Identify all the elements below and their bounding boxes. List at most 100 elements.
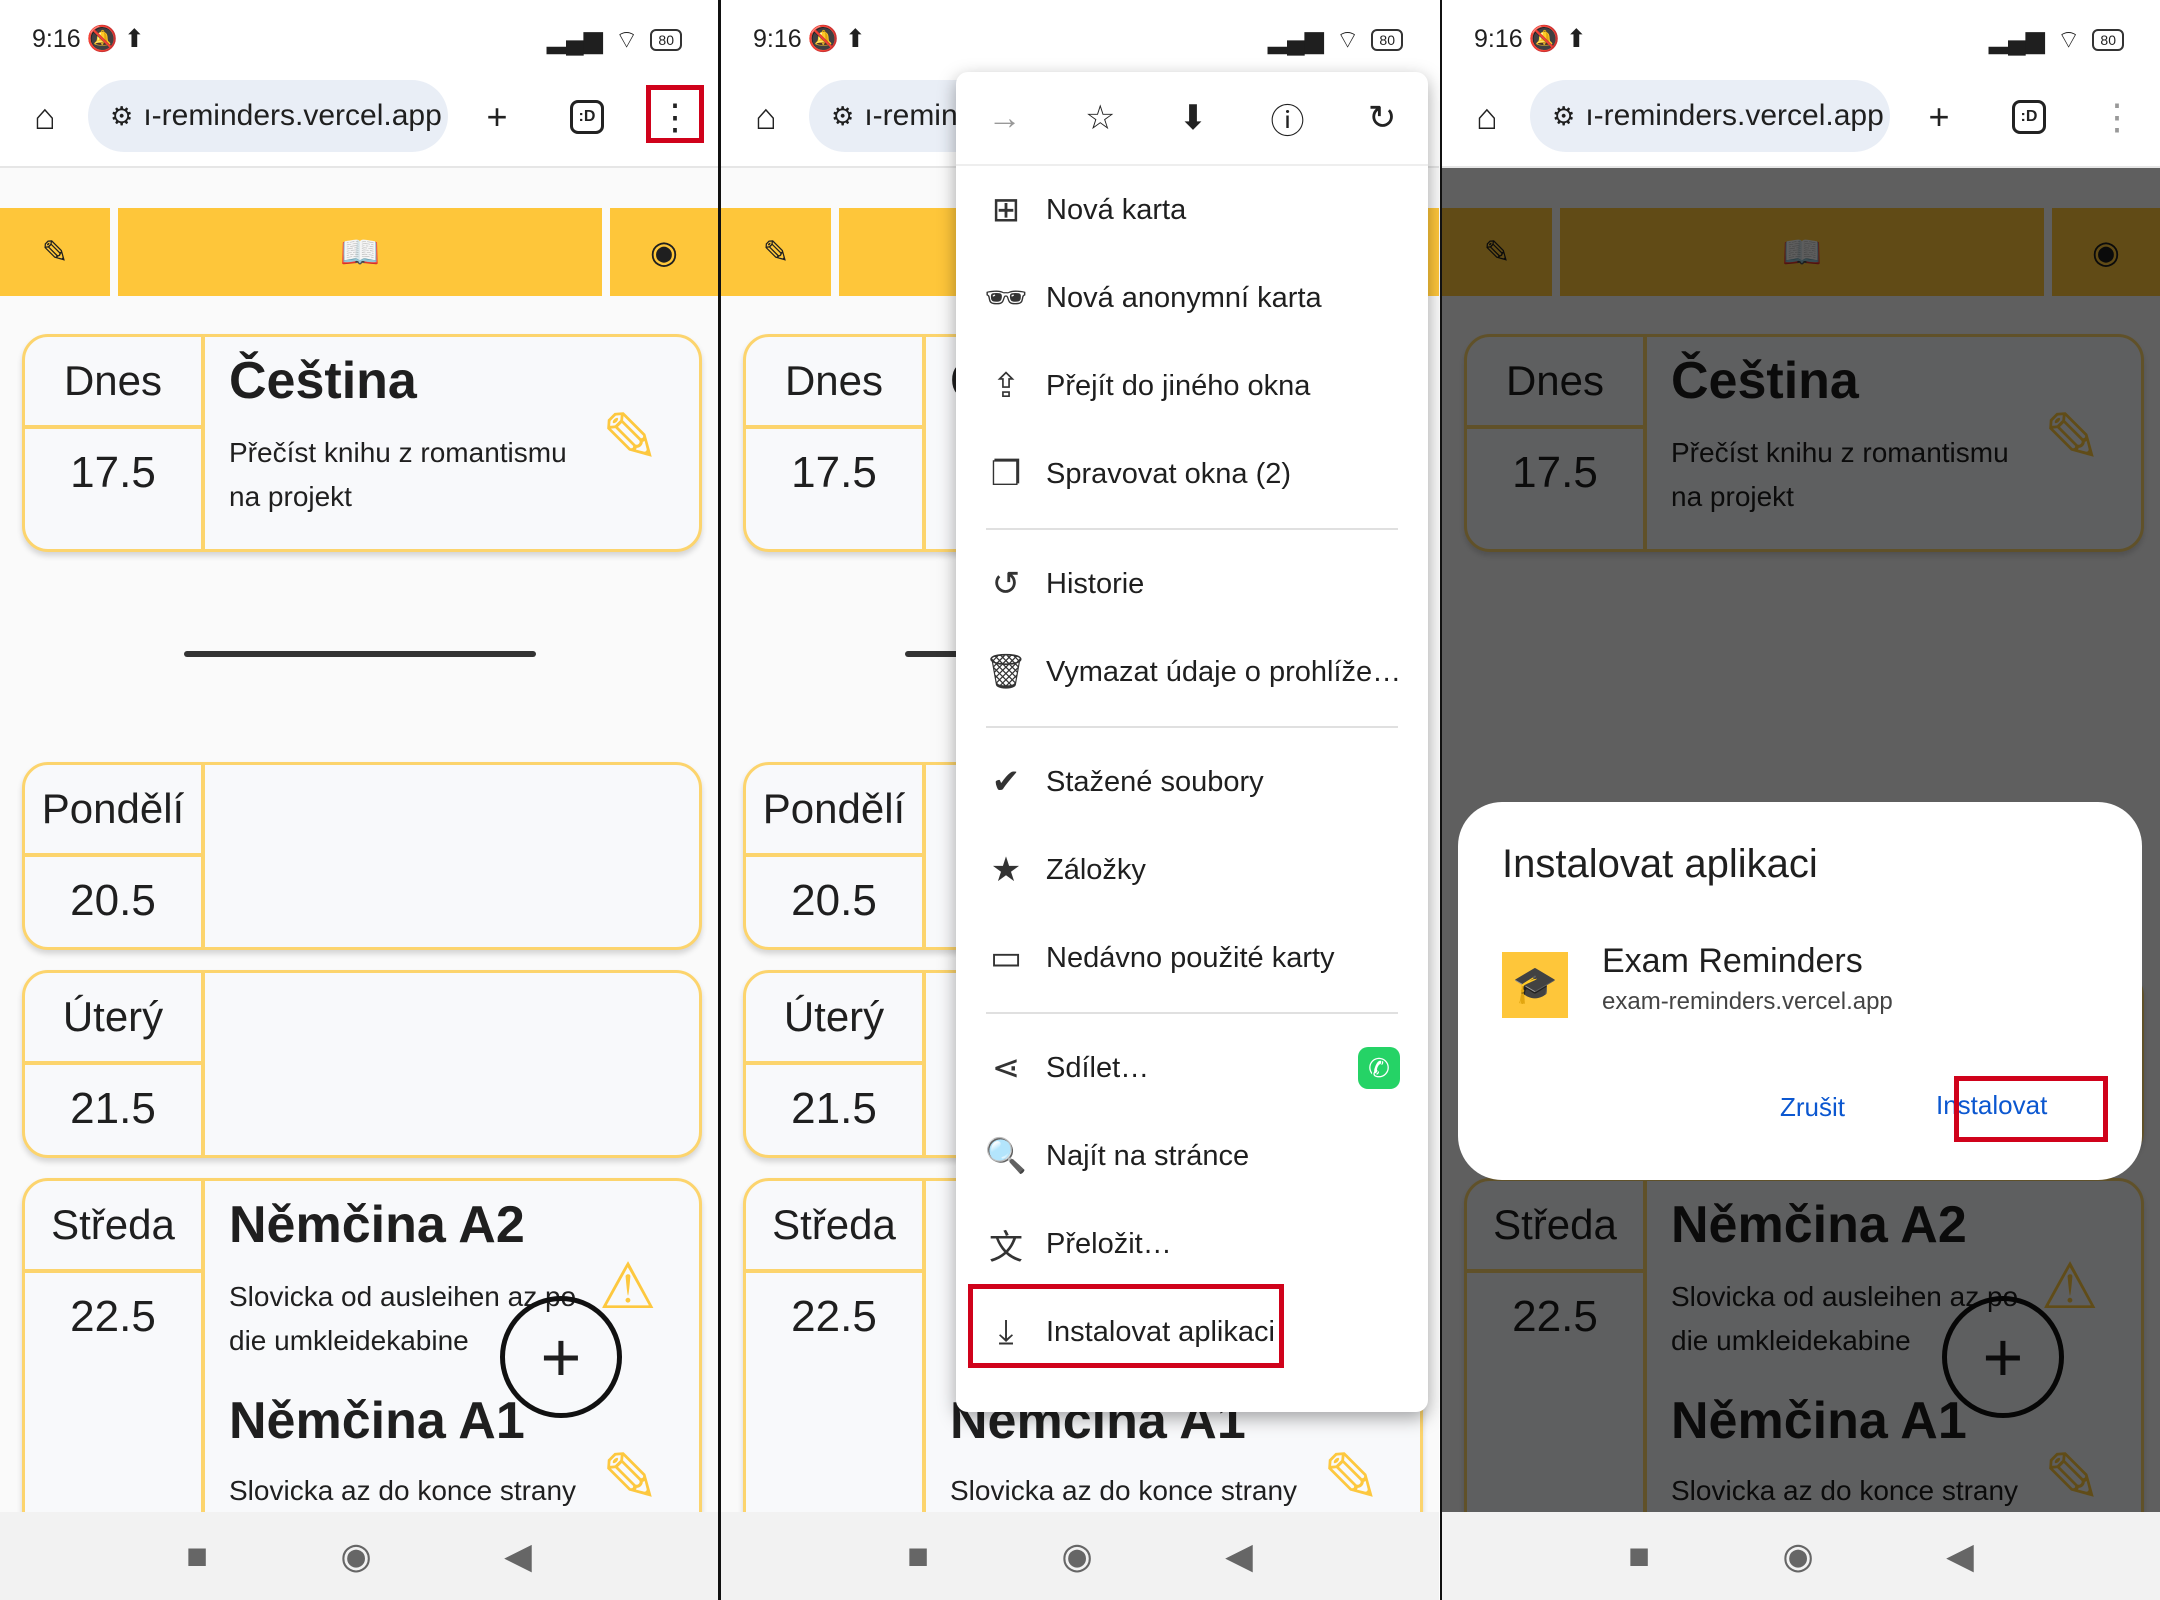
- recents-icon[interactable]: ■: [186, 1535, 208, 1577]
- task-description-cont: na projekt: [229, 481, 352, 512]
- mute-icon: 🔕: [807, 24, 839, 53]
- forward-icon[interactable]: →: [988, 99, 1022, 138]
- home-nav-icon[interactable]: ◉: [340, 1535, 371, 1577]
- menu-item-bookmarks[interactable]: ★ Záložky: [956, 826, 1428, 914]
- home-icon[interactable]: ⌂: [741, 92, 791, 142]
- back-icon[interactable]: ◀: [1225, 1535, 1253, 1577]
- wifi-icon: ⌔: [2056, 26, 2081, 54]
- app-nav-bar: ✎ 📖 ◉: [0, 208, 718, 296]
- back-icon[interactable]: ◀: [1946, 1535, 1974, 1577]
- upload-icon: ⬆: [844, 25, 866, 53]
- day-card-tuesday[interactable]: Úterý 21.5: [22, 970, 702, 1158]
- menu-item-share[interactable]: ⋖ Sdílet… ✆: [956, 1024, 1428, 1112]
- subject-title: Čeština: [229, 352, 417, 410]
- new-tab-icon[interactable]: +: [472, 92, 522, 142]
- highlight-box: [1954, 1076, 2108, 1142]
- add-button[interactable]: +: [500, 1296, 622, 1418]
- whatsapp-icon[interactable]: ✆: [1358, 1047, 1400, 1089]
- menu-item-recent-tabs[interactable]: ▭ Nedávno použité karty: [956, 914, 1428, 1002]
- subject-title: Němčina A2: [229, 1196, 525, 1254]
- menu-item-clear-data[interactable]: 🗑 Vymazat údaje o prohlíže…: [956, 628, 1428, 716]
- site-settings-icon[interactable]: ⚙: [831, 101, 854, 132]
- highlight-box: [646, 85, 704, 143]
- menu-separator: [986, 726, 1398, 728]
- day-card-monday[interactable]: Pondělí 20.5: [22, 762, 702, 950]
- signal-icon: ▂▄▆: [1267, 25, 1324, 54]
- new-tab-icon[interactable]: +: [1914, 92, 1964, 142]
- day-name: Pondělí: [746, 765, 922, 857]
- url-bar[interactable]: ⚙ ı-reminders.vercel.app: [1530, 80, 1890, 152]
- find-in-page-icon: 🔍: [984, 1137, 1028, 1175]
- day-date: 22.5: [70, 1292, 156, 1341]
- reload-icon[interactable]: ↻: [1368, 98, 1397, 138]
- stage: 9:16 🔕 ⬆ ▂▄▆ ⌔ 80 ⌂ ⚙ ı-reminders.vercel.app …: [0, 0, 2160, 1600]
- home-nav-icon[interactable]: ◉: [1061, 1535, 1092, 1577]
- day-date: 22.5: [791, 1292, 877, 1341]
- menu-item-downloads[interactable]: ✔ Stažené soubory: [956, 738, 1428, 826]
- home-nav-icon[interactable]: ◉: [1782, 1535, 1813, 1577]
- system-nav-bar: ■ ◉ ◀: [1442, 1512, 2160, 1600]
- pencil-icon: ✎: [41, 234, 69, 270]
- edit-icon[interactable]: ✎: [601, 1437, 660, 1519]
- overflow-menu: → ☆ ⬇ ⓘ ↻ ⊞ Nová karta 🕶 Nová anonymní kar…: [956, 72, 1428, 1412]
- menu-item-label: Nová anonymní karta: [1046, 281, 1322, 314]
- day-date: 20.5: [70, 876, 156, 925]
- day-name: Středa: [25, 1181, 201, 1273]
- menu-item-label: Spravovat okna (2): [1046, 457, 1292, 490]
- edit-icon[interactable]: ✎: [1322, 1437, 1381, 1519]
- day-date: 21.5: [791, 1084, 877, 1133]
- menu-item-incognito[interactable]: 🕶 Nová anonymní karta: [956, 254, 1428, 342]
- menu-item-label: Přejít do jiného okna: [1046, 369, 1311, 402]
- trash-icon: 🗑: [984, 653, 1028, 691]
- download-icon[interactable]: ⬇: [1179, 98, 1208, 138]
- menu-item-move-window[interactable]: ⇪ Přejít do jiného okna: [956, 342, 1428, 430]
- menu-item-history[interactable]: ↺ Historie: [956, 540, 1428, 628]
- tab-switcher[interactable]: :D: [562, 92, 612, 142]
- home-icon[interactable]: ⌂: [1462, 92, 1512, 142]
- edit-tab[interactable]: ✎: [0, 208, 110, 296]
- more-options-icon[interactable]: ⋮: [2092, 92, 2142, 142]
- pencil-icon: ✎: [762, 234, 790, 270]
- battery-icon: 80: [650, 28, 682, 51]
- dialog-title: Instalovat aplikaci: [1502, 842, 1818, 886]
- menu-item-label: Najít na stránce: [1046, 1139, 1250, 1172]
- upload-icon: ⬆: [123, 25, 145, 53]
- battery-icon: 80: [1371, 28, 1403, 51]
- menu-separator: [986, 528, 1398, 530]
- day-name: Úterý: [25, 973, 201, 1065]
- subject-title: Němčina A1: [229, 1392, 525, 1450]
- day-card-today[interactable]: Dnes 17.5 Čeština Přečíst knihu z romanti…: [22, 334, 702, 552]
- recents-icon[interactable]: ■: [907, 1535, 929, 1577]
- info-icon[interactable]: ⓘ: [1271, 94, 1305, 143]
- cancel-button[interactable]: Zrušit: [1780, 1092, 1845, 1123]
- menu-item-translate[interactable]: 文 Přeložit…: [956, 1200, 1428, 1288]
- url-bar[interactable]: ⚙ ı-reminders.vercel.app: [88, 80, 448, 152]
- recents-icon[interactable]: ■: [1628, 1535, 1650, 1577]
- edit-tab[interactable]: ✎: [721, 208, 831, 296]
- menu-item-new-tab[interactable]: ⊞ Nová karta: [956, 166, 1428, 254]
- status-bar: 9:16 🔕 ⬆ ▂▄▆ ⌔ 80: [721, 0, 1439, 70]
- book-tab[interactable]: 📖: [118, 208, 602, 296]
- menu-item-label: Přeložit…: [1046, 1227, 1172, 1260]
- tab-switcher[interactable]: :D: [2004, 92, 2054, 142]
- upload-icon: ⬆: [1565, 25, 1587, 53]
- profile-tab[interactable]: ◉: [610, 208, 718, 296]
- back-icon[interactable]: ◀: [504, 1535, 532, 1577]
- windows-icon: ❐: [990, 455, 1022, 493]
- menu-item-manage-windows[interactable]: ❐ Spravovat okna (2): [956, 430, 1428, 518]
- day-date: 17.5: [70, 448, 156, 497]
- status-time: 9:16: [32, 24, 81, 53]
- system-nav-bar: ■ ◉ ◀: [0, 1512, 718, 1600]
- translate-icon: 文: [989, 1228, 1023, 1267]
- home-icon[interactable]: ⌂: [20, 92, 70, 142]
- bookmark-star-icon[interactable]: ☆: [1085, 98, 1115, 138]
- url-text: ı-reminders.vercel.app: [1585, 99, 1884, 132]
- menu-item-label: Historie: [1046, 567, 1145, 600]
- modal-scrim[interactable]: Instalovat aplikaci 🎓 Exam Reminders exa…: [1442, 168, 2160, 1512]
- site-settings-icon[interactable]: ⚙: [110, 101, 133, 132]
- menu-item-find[interactable]: 🔍 Najít na stránce: [956, 1112, 1428, 1200]
- day-name: Středa: [746, 1181, 922, 1273]
- site-settings-icon[interactable]: ⚙: [1552, 101, 1575, 132]
- edit-icon[interactable]: ✎: [601, 397, 660, 479]
- graduation-cap-icon: 🎓: [1502, 952, 1568, 1018]
